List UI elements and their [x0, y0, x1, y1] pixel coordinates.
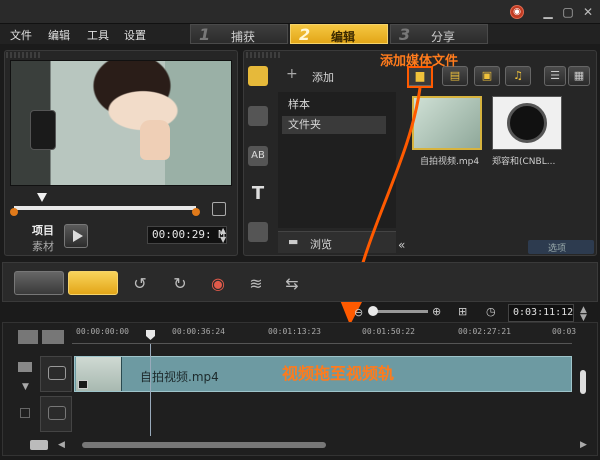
text-t-icon[interactable]: T — [248, 184, 268, 204]
project-label[interactable]: 项目 — [32, 222, 54, 238]
track-manager-icon[interactable] — [18, 330, 38, 344]
vertical-scrollbar[interactable] — [580, 370, 586, 394]
storyboard-view-button[interactable] — [14, 271, 64, 295]
ruler-tick-label: 00:01:13:23 — [268, 327, 321, 336]
overlay-track-icon — [48, 406, 66, 420]
ruler-tick-label: 00:01:50:22 — [362, 327, 415, 336]
tab-edit[interactable]: 2 编辑 — [290, 24, 388, 44]
tab-capture[interactable]: 1 捕获 — [190, 24, 288, 44]
step-label: 分享 — [431, 30, 456, 44]
transition-icon[interactable] — [248, 106, 268, 126]
options-button[interactable]: 选项 — [528, 240, 594, 254]
ruler-tick-label: 00:00:00:00 — [76, 327, 129, 336]
clip-audio-icon — [78, 380, 88, 389]
show-video-icon[interactable]: ▤ — [442, 66, 468, 86]
audio-mixer-icon[interactable]: ≋ — [246, 275, 266, 293]
media-thumb-audio[interactable] — [492, 96, 562, 150]
redo-icon[interactable]: ↻ — [170, 275, 190, 293]
tab-share[interactable]: 3 分享 — [390, 24, 488, 44]
options-label: 选项 — [548, 244, 567, 254]
scrubber-thumb[interactable] — [37, 193, 47, 202]
zoom-slider-knob[interactable] — [368, 306, 378, 316]
media-library-icon[interactable] — [248, 66, 268, 86]
chapter-point-icon[interactable] — [42, 330, 64, 344]
show-photo-icon[interactable]: ▣ — [474, 66, 500, 86]
scroll-right-icon[interactable]: ▶ — [580, 440, 587, 450]
undo-icon[interactable]: ↺ — [130, 275, 150, 293]
duration-stepper-icon[interactable]: ▲ ▼ — [580, 306, 587, 323]
horizontal-scrollbar[interactable] — [82, 442, 326, 448]
menu-edit[interactable]: 编辑 — [48, 27, 70, 43]
scroll-left-icon[interactable]: ◀ — [58, 440, 65, 450]
menu-tools[interactable]: 工具 — [87, 27, 109, 43]
clip-name: 自拍视频.mp4 — [140, 370, 219, 384]
video-track-icon — [48, 366, 66, 380]
disc-icon — [507, 103, 547, 143]
clock-icon: ◷ — [486, 305, 496, 318]
lock-icon[interactable] — [20, 408, 30, 418]
snapshot-icon[interactable] — [212, 202, 226, 216]
panel-grip[interactable] — [6, 52, 42, 58]
play-button[interactable] — [64, 224, 88, 248]
clip-label[interactable]: 素材 — [32, 238, 54, 254]
step-number: 2 — [299, 25, 311, 44]
timecode-display[interactable]: 00:00:29: M — [147, 226, 227, 244]
step-number: 1 — [199, 25, 211, 44]
playhead-line — [150, 344, 151, 436]
timecode-value: 00:00:29: — [152, 228, 212, 241]
menu-file[interactable]: 文件 — [10, 27, 32, 43]
preview-hand-shape — [140, 120, 170, 160]
filter-icon[interactable] — [248, 222, 268, 242]
browse-button[interactable]: 浏览 — [310, 236, 332, 252]
browse-icon[interactable]: ▬ — [288, 235, 298, 248]
maximize-icon[interactable]: ▢ — [560, 4, 576, 20]
grid-view-icon[interactable]: ▦ — [568, 66, 590, 86]
trim-start-handle[interactable] — [10, 208, 18, 216]
annotation-add-media: 添加媒体文件 — [380, 54, 459, 69]
app-logo-icon: ◉ — [510, 5, 524, 19]
step-label: 捕获 — [231, 30, 256, 44]
ruler-tick-label: 00:02:27:21 — [458, 327, 511, 336]
zoom-in-icon[interactable]: ⊕ — [432, 305, 441, 318]
project-duration: 0:03:11:12 — [508, 304, 574, 322]
ripple-edit-icon[interactable] — [18, 362, 32, 372]
record-capture-icon[interactable]: ◉ — [208, 275, 228, 293]
show-audio-icon[interactable]: ♫ — [505, 66, 531, 86]
zoom-slider[interactable] — [372, 310, 428, 313]
annotation-drag-to-track: 视频拖至视频轨 — [282, 364, 395, 383]
thumb-caption: 郑容和(CNBL... — [492, 157, 556, 167]
step-label: 编辑 — [331, 30, 356, 44]
trim-end-handle[interactable] — [192, 208, 200, 216]
ruler-tick-label: 00:00:36:24 — [172, 327, 225, 336]
auto-music-icon[interactable]: ⇆ — [282, 275, 302, 293]
step-number: 3 — [399, 25, 411, 44]
fit-to-window-icon[interactable]: ⊞ — [458, 305, 467, 318]
close-icon[interactable]: ✕ — [580, 4, 596, 20]
menu-settings[interactable]: 设置 — [124, 27, 146, 43]
preview-phone-shape — [30, 110, 56, 150]
zoom-out-icon[interactable]: ⊖ — [354, 306, 363, 319]
timecode-stepper-icon[interactable]: ▲ ▼ — [220, 226, 226, 244]
track-expand-icon[interactable]: ▼ — [22, 382, 29, 392]
minimize-icon[interactable]: ▁ — [540, 4, 556, 20]
panel-grip[interactable] — [246, 52, 282, 58]
timeline-view-button[interactable] — [68, 271, 118, 295]
title-ab-icon[interactable]: AB — [248, 146, 268, 166]
add-icon[interactable]: + — [286, 66, 298, 82]
scrubber-track[interactable] — [14, 206, 196, 210]
add-track-button[interactable] — [30, 440, 48, 450]
ruler-tick-label: 00:03 — [552, 327, 577, 336]
list-view-icon[interactable]: ☰ — [544, 66, 566, 86]
